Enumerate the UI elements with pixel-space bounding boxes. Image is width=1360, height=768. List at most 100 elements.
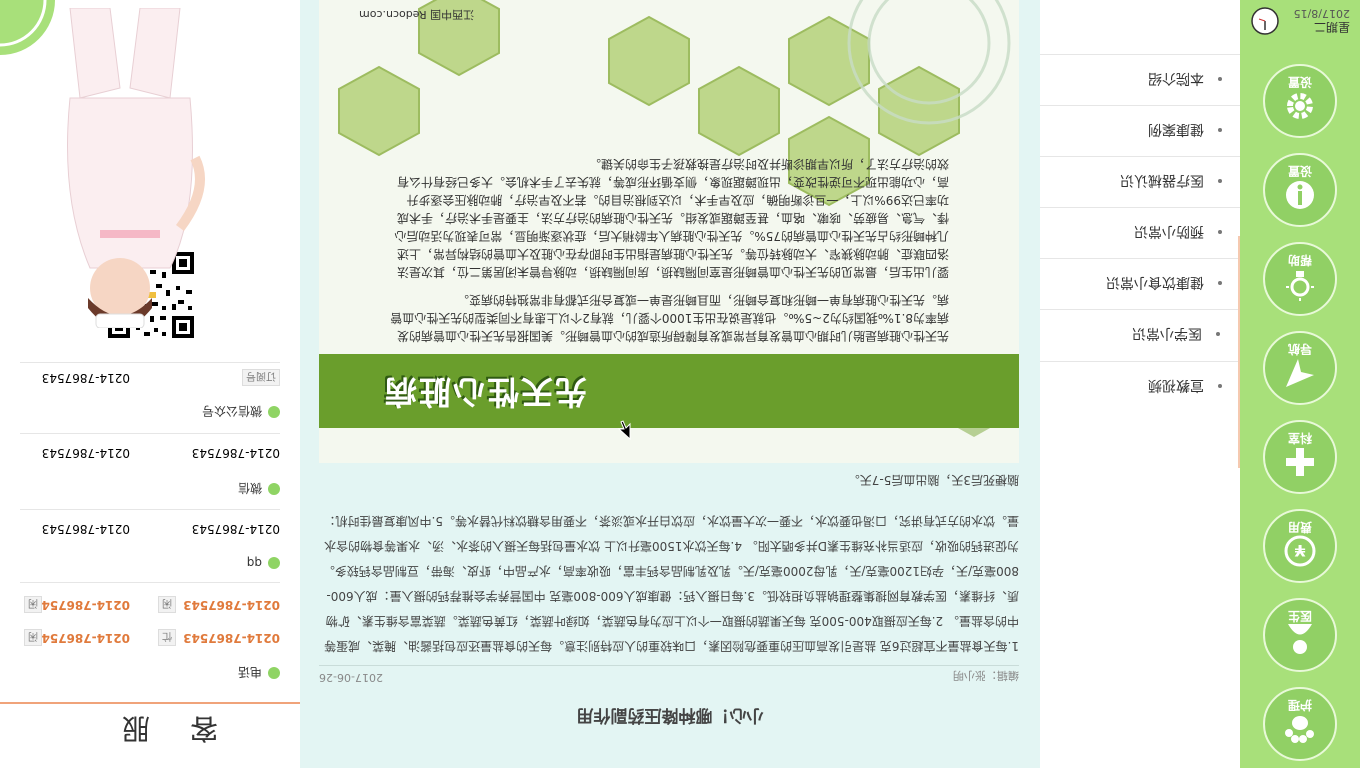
article-date: 2017-06-26 <box>319 671 383 684</box>
bullet-icon <box>1216 332 1220 337</box>
info-icon <box>1265 175 1335 215</box>
menu-item-video[interactable]: 宣教视频 <box>1040 361 1240 411</box>
clock-date: 2017/8/15 <box>1293 7 1350 20</box>
wechat-public-section: 微信公众号 <box>20 397 280 427</box>
clock-icon <box>1250 2 1280 36</box>
navigation-arrow-icon <box>1265 353 1335 393</box>
bullet-icon <box>1218 128 1222 133</box>
article-panel: 小心！哪种降压药副作用 编辑：张小明 2017-06-26 1.每天食盐量不宜超… <box>300 0 1040 768</box>
line-status-badge: 忙 <box>158 629 176 646</box>
bullet-icon <box>1218 179 1222 184</box>
wechat-label: 微信 <box>237 481 262 496</box>
divider <box>20 433 280 434</box>
divider <box>20 362 280 363</box>
nav-navigation-label: 导航 <box>1288 342 1313 356</box>
article-title: 小心！哪种降压药副作用 <box>576 705 764 725</box>
line-status-badge: 闲 <box>24 596 42 613</box>
clock-day-of-week: 星期二 <box>1313 20 1350 34</box>
menu-item-prevention[interactable]: 预防小常识 <box>1040 207 1240 257</box>
wechat-id[interactable]: 0214-7867543 <box>42 446 130 460</box>
wechat-public-row: 订阅号 0214-7867543 <box>20 363 280 393</box>
phone-number[interactable]: 0214-7867543 <box>183 631 280 645</box>
wechat-section: 微信 <box>20 474 280 504</box>
bullet-icon <box>1218 281 1222 286</box>
qq-number[interactable]: 0214-7867543 <box>192 522 280 536</box>
menu-item-label: 医疗器械认识 <box>1120 172 1204 189</box>
nav-gear-label: 设置 <box>1288 75 1313 89</box>
wechat-icon <box>268 483 280 495</box>
phone-row-2: 0214-7867543 闲 0214-7867543 闲 <box>20 590 280 620</box>
medical-cross-icon <box>1265 442 1335 482</box>
main-nav: 护理 医生 ¥ 费用 科室 导航 帮助 设置 设置 星期二 2017/8/15 <box>1240 0 1360 768</box>
menu-item-equipment[interactable]: 医疗器械认识 <box>1040 156 1240 206</box>
menu-item-label: 健康案例 <box>1148 121 1204 138</box>
line-status-badge: 闲 <box>158 596 176 613</box>
menu-item-label: 预防小常识 <box>1134 223 1204 240</box>
doctor-icon <box>1265 620 1335 660</box>
bullet-icon <box>1218 77 1222 82</box>
bullet-icon <box>1218 384 1222 389</box>
subscription-badge: 订阅号 <box>242 369 280 386</box>
decorative-ring <box>0 0 55 55</box>
nav-department-button[interactable]: 科室 <box>1263 420 1337 494</box>
bullet-icon <box>1218 230 1222 235</box>
nav-doctor-button[interactable]: 医生 <box>1263 598 1337 672</box>
paw-icon <box>1265 709 1335 749</box>
phone-number[interactable]: 0214-7867543 <box>183 598 280 612</box>
divider <box>20 509 280 510</box>
banner-title: 先天性心脏病 <box>383 373 588 411</box>
menu-item-diet-knowledge[interactable]: 健康饮食小常识 <box>1040 258 1240 308</box>
service-title: 客服 <box>82 712 219 745</box>
nav-help-button[interactable]: 帮助 <box>1263 242 1337 316</box>
nav-gear-button[interactable]: 设置 <box>1263 64 1337 138</box>
clock-widget: 星期二 2017/8/15 <box>1240 0 1360 40</box>
nav-nursing-button[interactable]: 护理 <box>1263 687 1337 761</box>
mouse-cursor-icon <box>617 420 631 440</box>
menu-item-hospital-intro[interactable]: 本院介绍 <box>1040 54 1240 104</box>
scroll-indicator <box>1238 236 1240 468</box>
article-body: 1.每天食盐量不宜超过6克 盐是引发高血压的重要危险因素，口味较重的人应特别注意… <box>322 514 1019 653</box>
page-stage: 护理 医生 ¥ 费用 科室 导航 帮助 设置 设置 星期二 2017/8/15 … <box>0 0 1360 768</box>
menu-item-cases[interactable]: 健康案例 <box>1040 105 1240 155</box>
nav-nursing-label: 护理 <box>1288 698 1313 712</box>
menu-item-label: 健康饮食小常识 <box>1106 274 1204 291</box>
wechat-id[interactable]: 0214-7867543 <box>192 446 280 460</box>
wechat-public-id[interactable]: 0214-7867543 <box>42 371 130 385</box>
wechat-row: 0214-7867543 0214-7867543 <box>20 438 280 468</box>
article-editor: 编辑：张小明 <box>953 669 1019 682</box>
qq-icon <box>268 557 280 569</box>
qq-row: 0214-7867543 0214-7867543 <box>20 514 280 544</box>
phone-number[interactable]: 0214-7867543 <box>33 598 130 612</box>
service-header: 客服 <box>0 702 300 768</box>
wechat-public-icon <box>268 406 280 418</box>
qq-section: qq <box>20 548 280 578</box>
menu-item-label: 宣教视频 <box>1148 377 1204 394</box>
gear-icon <box>1265 86 1335 126</box>
svg-text:¥: ¥ <box>1294 541 1305 560</box>
yuan-icon: ¥ <box>1265 531 1335 571</box>
wechat-public-label: 微信公众号 <box>201 404 262 419</box>
phone-number[interactable]: 0214-7867543 <box>33 631 130 645</box>
nav-department-label: 科室 <box>1288 431 1313 445</box>
nav-help-label: 帮助 <box>1288 253 1313 267</box>
image-credit: 江西中国 Redocn.com <box>359 8 475 21</box>
menu-item-label: 医学小常识 <box>1132 325 1202 342</box>
nurse-illustration <box>50 7 210 329</box>
phone-label: 电话 <box>237 665 262 680</box>
divider <box>20 582 280 583</box>
nav-navigation-button[interactable]: 导航 <box>1263 331 1337 405</box>
nav-settings-button[interactable]: 设置 <box>1263 153 1337 227</box>
banner-paragraph-2: 婴儿出生后，最常见的先天性心血管畸形是室间隔缺损，房间隔缺损，动脉导管未闭居第二… <box>394 157 949 279</box>
menu-item-label: 本院介绍 <box>1148 70 1204 87</box>
article-image: 先天性心脏病 先天性心脏病是胎儿时期心血管发育异常或发育障碍所造成的心血管畸形。… <box>319 0 1019 463</box>
phone-section: 电话 <box>20 658 280 688</box>
banner-paragraph-1: 先天性心脏病是胎儿时期心血管发育异常或发育障碍所造成的心血管畸形。美国报告先天性… <box>390 293 949 343</box>
qq-number[interactable]: 0214-7867543 <box>42 522 130 536</box>
qq-label: qq <box>246 556 262 570</box>
menu-item-medical-knowledge[interactable]: 医学小常识 <box>1040 309 1240 359</box>
article-body-end: 脑梗死后3天，脑出血后5-7天。 <box>847 473 1019 487</box>
nav-fee-button[interactable]: ¥ 费用 <box>1263 509 1337 583</box>
category-menu: 宣教视频 医学小常识 健康饮食小常识 预防小常识 医疗器械认识 健康案例 本院介… <box>1040 0 1240 411</box>
lightbulb-icon <box>1265 264 1335 304</box>
line-status-badge: 闲 <box>24 629 42 646</box>
